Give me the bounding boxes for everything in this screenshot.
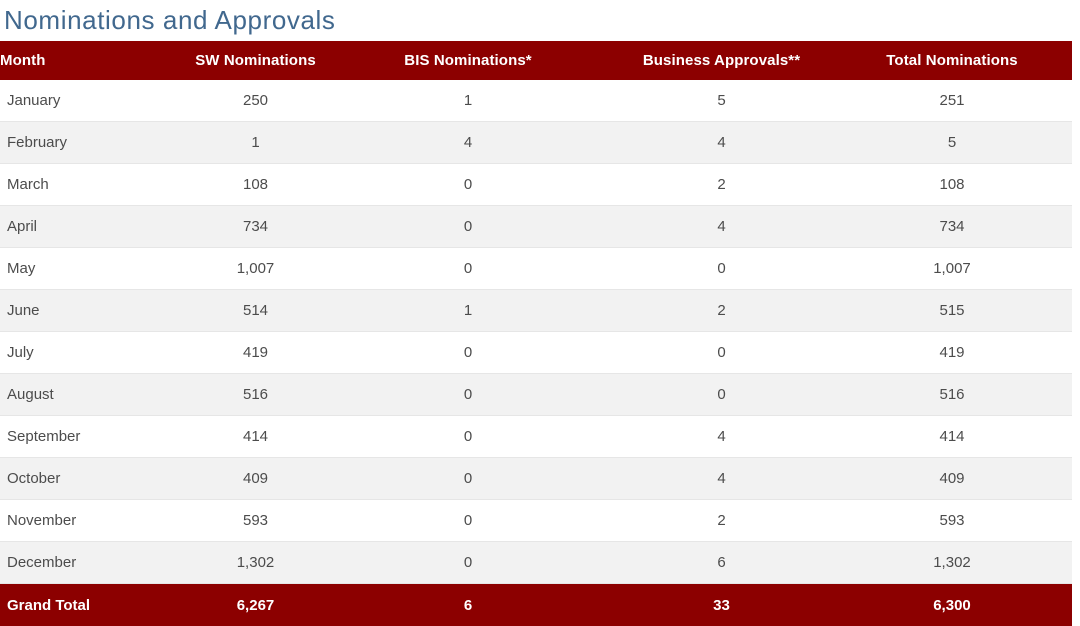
cell-month: October	[0, 458, 186, 500]
cell-month: June	[0, 290, 186, 332]
table-row: July41900419	[0, 332, 1072, 374]
cell-month: January	[0, 80, 186, 122]
table-footer: Grand Total 6,267 6 33 6,300	[0, 584, 1072, 626]
cell-bis: 0	[325, 542, 611, 584]
cell-month: September	[0, 416, 186, 458]
cell-total: 1,302	[832, 542, 1072, 584]
table-row: October40904409	[0, 458, 1072, 500]
cell-total: 515	[832, 290, 1072, 332]
cell-month: July	[0, 332, 186, 374]
cell-approvals: 4	[611, 458, 832, 500]
cell-total: 734	[832, 206, 1072, 248]
cell-bis: 0	[325, 164, 611, 206]
column-header-month[interactable]: Month	[0, 41, 186, 80]
cell-sw: 414	[186, 416, 325, 458]
cell-approvals: 0	[611, 248, 832, 290]
cell-approvals: 0	[611, 374, 832, 416]
cell-bis: 0	[325, 206, 611, 248]
cell-approvals: 2	[611, 290, 832, 332]
table-container: Month SW Nominations BIS Nominations* Bu…	[0, 41, 1072, 626]
cell-total: 108	[832, 164, 1072, 206]
cell-sw: 593	[186, 500, 325, 542]
cell-total: 593	[832, 500, 1072, 542]
cell-bis: 1	[325, 290, 611, 332]
cell-bis: 0	[325, 416, 611, 458]
cell-sw: 419	[186, 332, 325, 374]
table-row: May1,007001,007	[0, 248, 1072, 290]
cell-month: May	[0, 248, 186, 290]
cell-sw: 1,007	[186, 248, 325, 290]
cell-total: 5	[832, 122, 1072, 164]
cell-month: April	[0, 206, 186, 248]
table-row: September41404414	[0, 416, 1072, 458]
cell-approvals: 4	[611, 206, 832, 248]
cell-bis: 0	[325, 332, 611, 374]
table-row: January25015251	[0, 80, 1072, 122]
column-header-sw-nominations[interactable]: SW Nominations	[186, 41, 325, 80]
grand-total-approvals: 33	[611, 584, 832, 626]
cell-approvals: 4	[611, 416, 832, 458]
cell-bis: 1	[325, 80, 611, 122]
cell-total: 516	[832, 374, 1072, 416]
cell-bis: 0	[325, 248, 611, 290]
cell-sw: 514	[186, 290, 325, 332]
cell-month: August	[0, 374, 186, 416]
table-row: March10802108	[0, 164, 1072, 206]
cell-sw: 516	[186, 374, 325, 416]
cell-approvals: 2	[611, 164, 832, 206]
cell-sw: 108	[186, 164, 325, 206]
cell-approvals: 2	[611, 500, 832, 542]
cell-total: 1,007	[832, 248, 1072, 290]
cell-sw: 250	[186, 80, 325, 122]
cell-total: 409	[832, 458, 1072, 500]
grand-total-sw: 6,267	[186, 584, 325, 626]
cell-month: November	[0, 500, 186, 542]
grand-total-bis: 6	[325, 584, 611, 626]
column-header-total-nominations[interactable]: Total Nominations	[832, 41, 1072, 80]
table-header-row: Month SW Nominations BIS Nominations* Bu…	[0, 41, 1072, 80]
table-row: April73404734	[0, 206, 1072, 248]
table-row: December1,302061,302	[0, 542, 1072, 584]
cell-total: 251	[832, 80, 1072, 122]
table-header: Month SW Nominations BIS Nominations* Bu…	[0, 41, 1072, 80]
cell-bis: 4	[325, 122, 611, 164]
column-header-business-approvals[interactable]: Business Approvals**	[611, 41, 832, 80]
cell-sw: 734	[186, 206, 325, 248]
cell-bis: 0	[325, 374, 611, 416]
grand-total-label: Grand Total	[0, 584, 186, 626]
table-body: January25015251February1445March10802108…	[0, 80, 1072, 584]
cell-month: December	[0, 542, 186, 584]
table-row: June51412515	[0, 290, 1072, 332]
cell-total: 414	[832, 416, 1072, 458]
column-header-bis-nominations[interactable]: BIS Nominations*	[325, 41, 611, 80]
cell-bis: 0	[325, 458, 611, 500]
cell-approvals: 6	[611, 542, 832, 584]
grand-total-row: Grand Total 6,267 6 33 6,300	[0, 584, 1072, 626]
grand-total-total: 6,300	[832, 584, 1072, 626]
table-row: August51600516	[0, 374, 1072, 416]
cell-month: March	[0, 164, 186, 206]
page-container: Nominations and Approvals Month SW Nomin…	[0, 0, 1080, 606]
cell-bis: 0	[325, 500, 611, 542]
page-title: Nominations and Approvals	[0, 0, 1080, 37]
cell-approvals: 0	[611, 332, 832, 374]
cell-month: February	[0, 122, 186, 164]
cell-approvals: 5	[611, 80, 832, 122]
table-row: February1445	[0, 122, 1072, 164]
table-row: November59302593	[0, 500, 1072, 542]
cell-sw: 409	[186, 458, 325, 500]
cell-approvals: 4	[611, 122, 832, 164]
cell-sw: 1	[186, 122, 325, 164]
cell-total: 419	[832, 332, 1072, 374]
nominations-approvals-table: Month SW Nominations BIS Nominations* Bu…	[0, 41, 1072, 626]
cell-sw: 1,302	[186, 542, 325, 584]
